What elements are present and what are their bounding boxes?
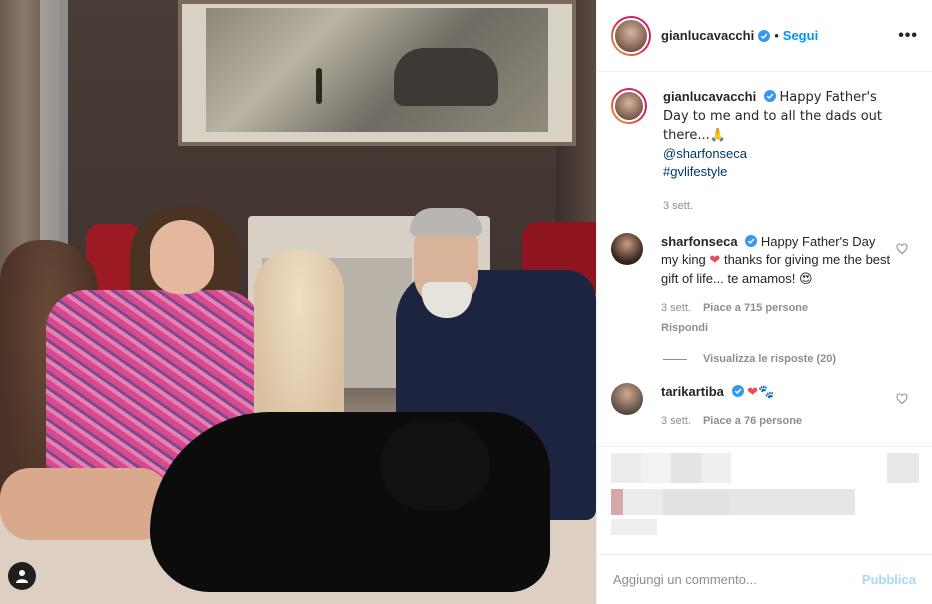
pixel-block: [663, 489, 729, 515]
photo-painting: [178, 0, 576, 146]
view-replies-button[interactable]: Visualizza le risposte (20): [663, 353, 918, 365]
comment-timestamp[interactable]: 3 sett.: [661, 299, 691, 317]
user-icon: [16, 570, 28, 583]
comment-avatar[interactable]: [611, 383, 643, 415]
red-heart-emoji: ❤: [709, 253, 721, 268]
add-comment-bar: Pubblica: [597, 554, 932, 604]
comment-body: sharfonseca Happy Father's Day my king ❤…: [661, 233, 891, 337]
comment-likes-count[interactable]: Piace a 76 persone: [703, 412, 802, 430]
post-side-panel: gianlucavacchi • Segui ••• gianlucavacch…: [596, 0, 932, 604]
caption-mention-link[interactable]: @sharfonseca: [663, 146, 747, 161]
painting-canvas: [206, 8, 548, 132]
verified-badge-icon: [745, 235, 758, 247]
post-header: gianlucavacchi • Segui •••: [597, 0, 932, 72]
pixel-block: [887, 453, 919, 483]
view-replies-line: [663, 358, 687, 360]
post-photo[interactable]: [0, 0, 596, 604]
photo-man-hair: [410, 208, 482, 236]
verified-badge-icon: [763, 90, 776, 102]
comment-likes-count[interactable]: Piace a 715 persone: [703, 299, 808, 317]
comment-text: ❤🐾: [747, 385, 775, 400]
pixel-block: [623, 489, 663, 515]
pixel-block: [611, 453, 641, 483]
pixel-block: [729, 489, 855, 515]
comment-item: sharfonseca Happy Father's Day my king ❤…: [611, 233, 918, 337]
header-separator: •: [774, 28, 779, 43]
comment-item: tarikartiba ❤🐾 3 sett. Piace a 76 person…: [611, 383, 918, 430]
reply-button[interactable]: Rispondi: [661, 319, 891, 337]
caption-hashtag-link[interactable]: #gvlifestyle: [663, 164, 727, 179]
comment-avatar[interactable]: [611, 233, 643, 265]
comments-list[interactable]: gianlucavacchi Happy Father's Day to me …: [597, 72, 932, 446]
pixel-block: [611, 489, 623, 515]
pixel-block: [701, 453, 731, 483]
verified-badge-icon: [731, 385, 744, 397]
caption: gianlucavacchi Happy Father's Day to me …: [611, 88, 918, 215]
caption-body: gianlucavacchi Happy Father's Day to me …: [663, 88, 893, 215]
follow-button[interactable]: Segui: [783, 28, 818, 43]
verified-badge-icon: [758, 29, 771, 42]
comment-input[interactable]: [613, 572, 862, 587]
photo-woman-face: [150, 220, 214, 294]
comment-timestamp[interactable]: 3 sett.: [661, 412, 691, 430]
caption-avatar[interactable]: [611, 88, 647, 124]
like-comment-heart-icon[interactable]: [896, 243, 908, 255]
comment-body: tarikartiba ❤🐾 3 sett. Piace a 76 person…: [661, 383, 891, 430]
photo-black-dog-head: [380, 420, 490, 510]
more-options-icon[interactable]: •••: [898, 27, 918, 45]
pixel-block: [671, 453, 701, 483]
author-username[interactable]: gianlucavacchi: [661, 28, 754, 43]
caption-timestamp[interactable]: 3 sett.: [663, 197, 893, 215]
painting-hand: [394, 48, 498, 106]
author-avatar[interactable]: [611, 15, 651, 56]
comment-username[interactable]: sharfonseca: [661, 234, 738, 249]
comment-meta: 3 sett. Piace a 76 persone: [661, 412, 891, 430]
painting-figure: [316, 68, 322, 104]
comment-meta: 3 sett. Piace a 715 persone: [661, 299, 891, 317]
pixelated-actions-area: [597, 446, 932, 556]
heart-eyes-emoji: 😍: [799, 272, 813, 287]
comment-username[interactable]: tarikartiba: [661, 384, 724, 399]
caption-username[interactable]: gianlucavacchi: [663, 89, 756, 104]
tagged-users-button[interactable]: [8, 562, 36, 590]
pixel-block: [611, 519, 657, 535]
pixel-block: [641, 453, 671, 483]
view-replies-label: Visualizza le risposte (20): [703, 353, 837, 365]
photo-black-dog: [150, 412, 550, 592]
like-comment-heart-icon[interactable]: [896, 393, 908, 405]
publish-button[interactable]: Pubblica: [862, 572, 916, 587]
photo-woman-legs: [0, 468, 170, 540]
